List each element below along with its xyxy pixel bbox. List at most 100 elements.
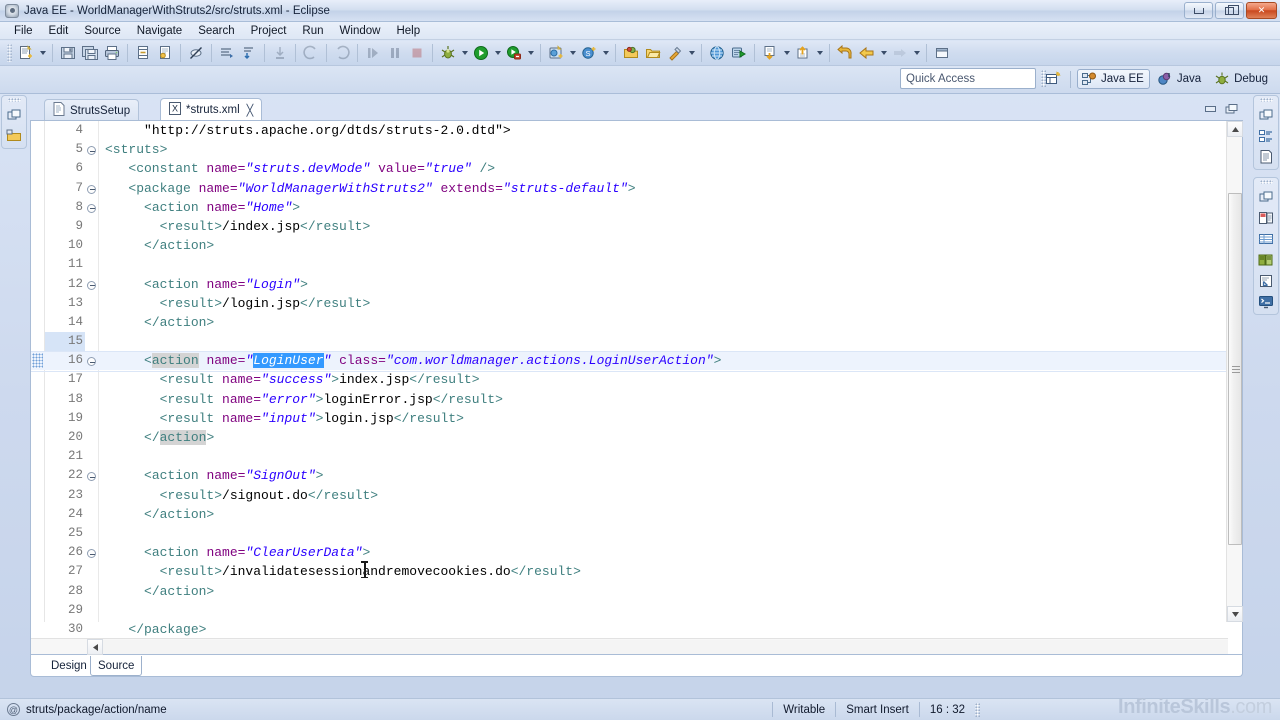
editor-tab-strutssetup[interactable]: StrutsSetup xyxy=(44,99,140,121)
vertical-scrollbar[interactable] xyxy=(1226,121,1243,622)
search-dropdown-icon[interactable] xyxy=(686,43,697,63)
new-java-project-icon[interactable] xyxy=(546,43,566,63)
fold-toggle-icon[interactable] xyxy=(87,549,96,559)
code-line[interactable]: 12 <action name="Login"> xyxy=(31,275,1242,294)
code-line[interactable]: 8 <action name="Home"> xyxy=(31,198,1242,217)
open-type-icon[interactable] xyxy=(621,43,641,63)
menu-help[interactable]: Help xyxy=(388,24,428,38)
new-java-project-dropdown-icon[interactable] xyxy=(567,43,578,63)
debug-dropdown-icon[interactable] xyxy=(459,43,470,63)
search-input[interactable] xyxy=(906,72,1031,85)
code-line[interactable]: 17 <result name="success">index.jsp</res… xyxy=(31,370,1242,389)
restore-view-icon[interactable] xyxy=(1257,106,1275,124)
search-icon[interactable] xyxy=(665,43,685,63)
external-tools-dropdown-icon[interactable] xyxy=(525,43,536,63)
code-line[interactable]: 4 "http://struts.apache.org/dtds/struts-… xyxy=(31,121,1242,140)
code-line[interactable]: 30 </package> xyxy=(31,620,1242,639)
palette-view-icon[interactable] xyxy=(1257,209,1275,227)
code-line[interactable]: 5 <struts> xyxy=(31,140,1242,159)
code-line[interactable]: 13 <result>/login.jsp</result> xyxy=(31,294,1242,313)
properties-view-icon[interactable] xyxy=(1257,230,1275,248)
fold-toggle-icon[interactable] xyxy=(87,280,96,290)
code-line[interactable]: 29 xyxy=(31,601,1242,620)
code-line[interactable]: 25 xyxy=(31,524,1242,543)
menu-file[interactable]: File xyxy=(6,24,41,38)
project-explorer-icon[interactable] xyxy=(5,127,23,145)
outline-view-icon[interactable] xyxy=(1257,127,1275,145)
restore-view-icon[interactable] xyxy=(5,106,23,124)
scroll-up-button[interactable] xyxy=(1227,121,1243,137)
save-all-icon[interactable] xyxy=(80,43,100,63)
minimize-button[interactable] xyxy=(1184,2,1213,19)
run-external-tools-icon[interactable] xyxy=(504,43,524,63)
code-line[interactable]: 11 xyxy=(31,255,1242,274)
toolbar-grip[interactable] xyxy=(7,44,12,62)
back-history-icon[interactable] xyxy=(835,43,855,63)
status-grip[interactable] xyxy=(975,702,980,717)
code-line[interactable]: 28 </action> xyxy=(31,582,1242,601)
build-all-icon[interactable] xyxy=(133,43,153,63)
horizontal-scrollbar-track[interactable] xyxy=(103,640,1228,654)
print-icon[interactable] xyxy=(102,43,122,63)
snippets-view-icon[interactable] xyxy=(1257,272,1275,290)
restore-view-icon[interactable] xyxy=(1257,188,1275,206)
restore-button[interactable] xyxy=(1215,2,1244,19)
fold-toggle-icon[interactable] xyxy=(87,472,96,482)
perspective-java[interactable]: Java xyxy=(1153,69,1207,89)
upload-icon[interactable] xyxy=(793,43,813,63)
code-line[interactable]: 10 </action> xyxy=(31,236,1242,255)
console-view-icon[interactable] xyxy=(1257,293,1275,311)
code-line[interactable]: 22 <action name="SignOut"> xyxy=(31,466,1242,485)
code-line[interactable]: 26 <action name="ClearUserData"> xyxy=(31,543,1242,562)
quick-access-box[interactable] xyxy=(900,68,1036,89)
menu-run[interactable]: Run xyxy=(294,24,331,38)
download-icon[interactable] xyxy=(760,43,780,63)
previous-edit-dropdown-icon[interactable] xyxy=(878,43,889,63)
open-perspective-icon[interactable] xyxy=(1042,69,1064,90)
menu-navigate[interactable]: Navigate xyxy=(129,24,190,38)
upload-dropdown-icon[interactable] xyxy=(814,43,825,63)
code-line[interactable]: 9 <result>/index.jsp</result> xyxy=(31,217,1242,236)
save-icon[interactable] xyxy=(58,43,78,63)
code-line[interactable]: 19 <result name="input">login.jsp</resul… xyxy=(31,409,1242,428)
scroll-down-button[interactable] xyxy=(1227,606,1243,622)
perspective-debug[interactable]: Debug xyxy=(1210,69,1274,89)
code-line[interactable]: 14 </action> xyxy=(31,313,1242,332)
code-line[interactable]: 18 <result name="error">loginError.jsp</… xyxy=(31,390,1242,409)
code-line[interactable]: 6 <constant name="struts.devMode" value=… xyxy=(31,159,1242,178)
fastview-grip[interactable] xyxy=(1259,180,1273,184)
close-icon[interactable]: ╳ xyxy=(247,104,254,117)
code-line[interactable]: 20 </action> xyxy=(31,428,1242,447)
vertical-scrollbar-thumb[interactable] xyxy=(1228,193,1242,545)
code-line[interactable]: 27 <result>/invalidatesessionandremoveco… xyxy=(31,562,1242,581)
toggle-marker-icon[interactable] xyxy=(186,43,206,63)
new-wizard-icon[interactable] xyxy=(16,43,36,63)
fastview-grip[interactable] xyxy=(7,98,21,102)
editor-tab-strutsxml[interactable]: X *struts.xml ╳ xyxy=(160,98,263,122)
code-line[interactable]: 21 xyxy=(31,447,1242,466)
menu-source[interactable]: Source xyxy=(76,24,128,38)
menu-window[interactable]: Window xyxy=(332,24,389,38)
web-browser-icon[interactable] xyxy=(707,43,727,63)
debug-icon[interactable] xyxy=(438,43,458,63)
code-line[interactable]: 15 xyxy=(31,332,1242,352)
new-wizard-dropdown-icon[interactable] xyxy=(37,43,48,63)
menu-edit[interactable]: Edit xyxy=(41,24,77,38)
new-server-icon[interactable]: S xyxy=(579,43,599,63)
code-line[interactable]: 23 <result>/signout.do</result> xyxy=(31,486,1242,505)
previous-edit-icon[interactable] xyxy=(857,43,877,63)
maximize-editor-icon[interactable] xyxy=(1223,100,1241,117)
servers-view-icon[interactable] xyxy=(1257,251,1275,269)
previous-annotation-icon[interactable] xyxy=(239,43,259,63)
horizontal-scrollbar[interactable] xyxy=(31,638,1228,655)
tab-source[interactable]: Source xyxy=(90,656,143,676)
open-task-icon[interactable] xyxy=(643,43,663,63)
new-server-dropdown-icon[interactable] xyxy=(600,43,611,63)
fold-toggle-icon[interactable] xyxy=(87,357,96,367)
run-icon[interactable] xyxy=(471,43,491,63)
next-edit-dropdown-icon[interactable] xyxy=(911,43,922,63)
fold-toggle-icon[interactable] xyxy=(87,184,96,194)
menu-search[interactable]: Search xyxy=(190,24,242,38)
scroll-left-button[interactable] xyxy=(87,639,103,655)
fastview-grip[interactable] xyxy=(1259,98,1273,102)
